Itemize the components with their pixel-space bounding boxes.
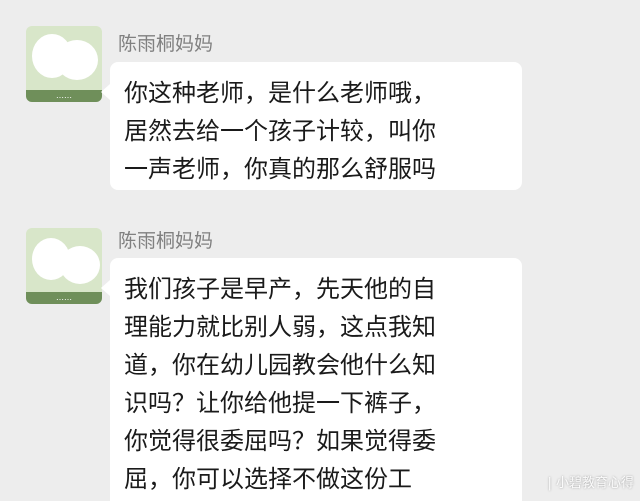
message-line: 一声老师，你真的那么舒服吗	[124, 155, 436, 183]
sender-name: 陈雨桐妈妈	[118, 230, 214, 252]
message-line: 你这种老师，是什么老师哦，	[124, 79, 436, 107]
avatar[interactable]: ……	[26, 228, 102, 304]
avatar-caption: ……	[26, 90, 102, 102]
message-bubble[interactable]: 我们孩子是早产，先天他的自 理能力就比别人弱，这点我知 道，你在幼儿园教会他什么…	[101, 258, 522, 501]
message-line: 识吗？让你给他提一下裤子，	[124, 389, 436, 417]
message-line: 理能力就比别人弱，这点我知	[124, 313, 436, 341]
message-line: 屈，你可以选择不做这份工	[124, 465, 412, 493]
message-line: 我们孩子是早产，先天他的自	[124, 275, 436, 303]
avatar-caption: ……	[26, 292, 102, 304]
message-line: 你觉得很委屈吗？如果觉得委	[124, 427, 436, 455]
watermark: | 小碧教育心得	[547, 476, 634, 491]
avatar[interactable]: ……	[26, 26, 102, 102]
message-line: 居然去给一个孩子计较，叫你	[124, 117, 436, 145]
sender-name: 陈雨桐妈妈	[118, 33, 214, 55]
message-bubble[interactable]: 你这种老师，是什么老师哦， 居然去给一个孩子计较，叫你 一声老师，你真的那么舒服…	[101, 62, 522, 190]
message-line: 道，你在幼儿园教会他什么知	[124, 351, 436, 379]
